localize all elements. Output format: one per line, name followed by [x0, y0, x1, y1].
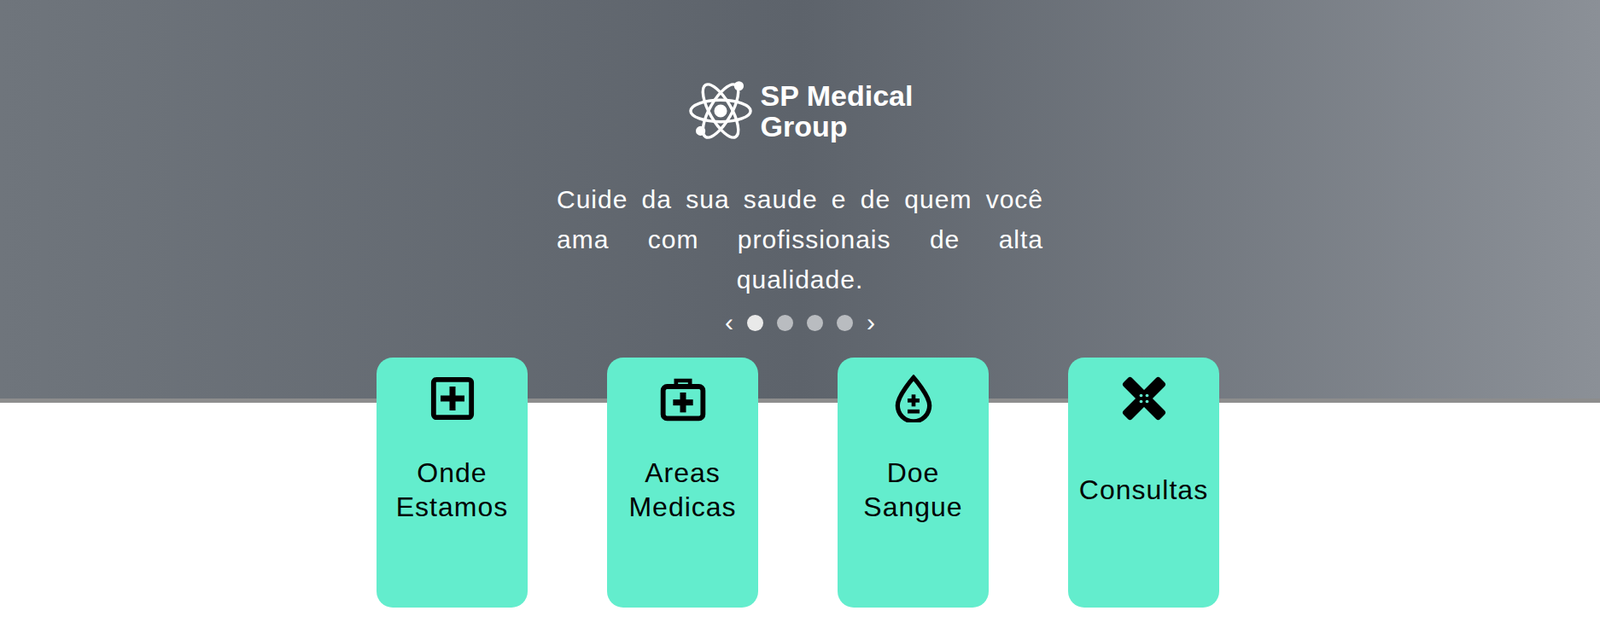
card-label: Areas Medicas [612, 455, 754, 525]
bandage-icon [1120, 374, 1168, 423]
service-card[interactable]: Consultas [1068, 357, 1220, 608]
carousel-nav: ‹› [724, 309, 876, 336]
tagline: Cuide da sua saude e de quem você ama co… [556, 179, 1044, 300]
logo: SP MedicalGroup [687, 76, 914, 146]
card-label: Doe Sangue [842, 455, 984, 525]
card-label: Consultas [1079, 472, 1209, 508]
service-card[interactable]: Areas Medicas [607, 357, 759, 608]
blood-drop-icon [889, 374, 938, 423]
logo-text: Group [760, 110, 914, 142]
carousel-dot[interactable] [776, 315, 794, 332]
carousel-dot[interactable] [836, 315, 853, 332]
next-button[interactable]: › [866, 309, 876, 336]
medical-kit-icon [659, 374, 707, 423]
carousel-dot[interactable] [747, 315, 764, 332]
prev-button[interactable]: ‹ [724, 309, 734, 336]
atom-logo-icon [687, 76, 754, 146]
service-card[interactable]: Doe Sangue [837, 357, 989, 608]
hero: SP MedicalGroup Cuide da sua saude e de q… [0, 0, 1600, 403]
card-row: Onde Estamos Areas Medicas Doe Sangue Consu… [0, 357, 1600, 608]
page: SP MedicalGroup Cuide da sua saude e de q… [0, 0, 1600, 634]
card-label: Onde Estamos [381, 455, 523, 525]
carousel-dot[interactable] [806, 315, 824, 332]
logo-text: SP Medical [760, 80, 914, 111]
plus-square-icon [428, 374, 477, 423]
service-card[interactable]: Onde Estamos [376, 357, 528, 608]
